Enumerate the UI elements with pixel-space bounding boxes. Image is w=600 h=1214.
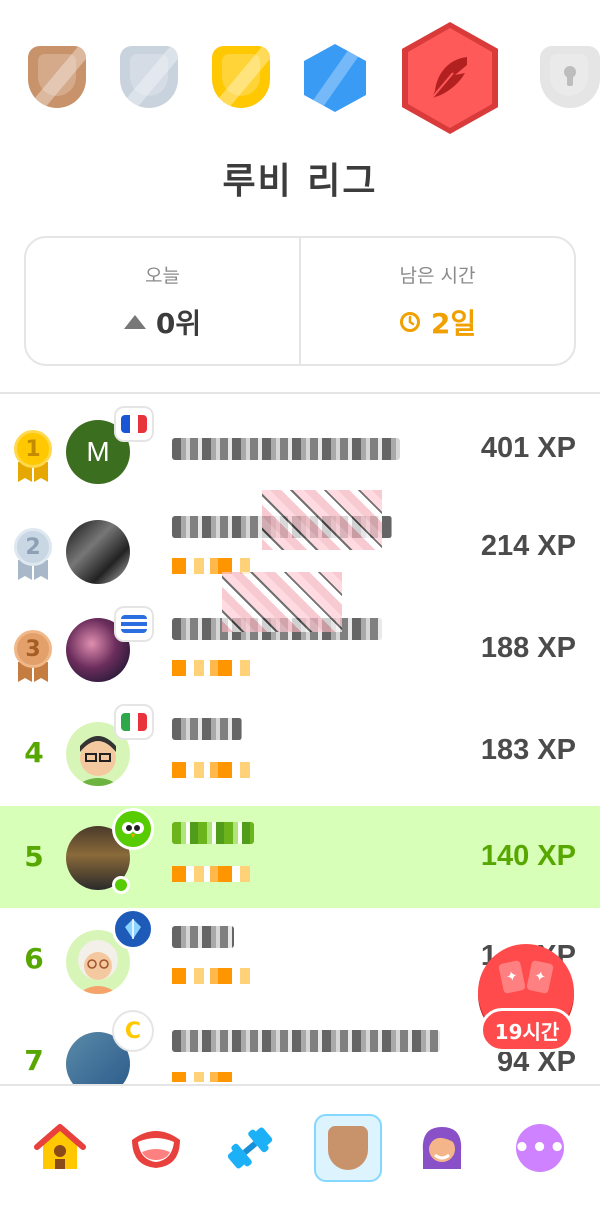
- league-title: 루비 리그: [222, 161, 378, 202]
- sapphire-league-badge: [304, 44, 366, 112]
- rank-number: 1: [14, 430, 52, 468]
- avatar[interactable]: [66, 520, 130, 584]
- blurred-username: [172, 718, 242, 740]
- ruby-league-badge: [402, 22, 498, 134]
- greece-flag-icon: [114, 606, 154, 642]
- profile-avatar-icon: [422, 1127, 462, 1169]
- leaderboard-row-4[interactable]: 4 183 XP: [0, 704, 600, 806]
- leaderboard-row-1[interactable]: 1 M 401 XP: [0, 398, 600, 500]
- online-status-dot: [112, 876, 130, 894]
- xp-value: 183 XP: [480, 734, 576, 766]
- remaining-label: 남은 시간: [399, 264, 476, 287]
- blurred-decoration: [262, 490, 382, 550]
- blurred-username: [172, 1030, 440, 1052]
- rank-number: 6: [24, 942, 44, 975]
- silver-league-badge: [120, 46, 178, 108]
- rank-up-arrow-icon: [123, 314, 146, 329]
- xp-value: 188 XP: [480, 632, 576, 664]
- rank-number: 7: [24, 1044, 44, 1077]
- bronze-league-badge: [28, 46, 86, 108]
- remaining-time-stat: 남은 시간 2일: [299, 238, 574, 364]
- avatar-initial: M: [86, 436, 110, 467]
- blurred-username: [172, 822, 254, 844]
- italy-flag-icon: [114, 704, 154, 740]
- home-icon: [34, 1124, 86, 1169]
- lock-icon: [564, 66, 576, 86]
- blurred-streak: [172, 762, 250, 778]
- blurred-decoration: [222, 572, 342, 632]
- card-icon: ✦: [498, 960, 526, 994]
- locked-league-badge: [540, 46, 600, 108]
- xp-value: 401 XP: [480, 432, 576, 464]
- rank-number: 3: [14, 630, 52, 668]
- bronze-medal-icon: 3: [12, 630, 54, 682]
- today-rank-stat: 오늘 0위: [26, 238, 299, 364]
- league-badges-row: [0, 0, 600, 150]
- france-flag-icon: [114, 406, 154, 442]
- chest-timer-pill[interactable]: 19시간: [480, 1008, 574, 1052]
- leaderboard-row-5-current-user[interactable]: 5 140 XP: [0, 806, 600, 908]
- xp-value: 214 XP: [480, 530, 576, 562]
- today-rank-value: 0위: [155, 306, 202, 340]
- gold-league-badge: [212, 46, 270, 108]
- nav-profile[interactable]: [408, 1114, 476, 1182]
- blurred-streak: [172, 1072, 232, 1082]
- today-rank-value-wrap: 0위: [123, 302, 202, 342]
- league-shield-icon: [328, 1126, 368, 1170]
- feather-icon: [430, 57, 467, 100]
- speak-icon: [132, 1131, 180, 1168]
- nav-more[interactable]: •••: [506, 1114, 574, 1182]
- duo-owl-icon: [112, 808, 154, 850]
- league-stats-card: 오늘 0위 남은 시간 2일: [24, 236, 576, 366]
- rank-number: 4: [24, 736, 44, 769]
- blurred-streak: [172, 968, 250, 984]
- remaining-value-wrap: 2일: [399, 302, 476, 342]
- nav-leaderboard[interactable]: [314, 1114, 382, 1182]
- remaining-time-value: 2일: [430, 306, 477, 340]
- blurred-streak: [172, 660, 250, 676]
- today-label: 오늘: [145, 264, 180, 287]
- gem-icon: [112, 908, 154, 950]
- c-badge-icon: C: [112, 1010, 154, 1052]
- card-icon: ✦: [526, 960, 554, 994]
- blurred-streak: [172, 866, 250, 882]
- blurred-username: [172, 926, 234, 948]
- leaderboard-row-3[interactable]: 3 188 XP: [0, 572, 600, 704]
- nav-speak[interactable]: [122, 1114, 190, 1182]
- more-icon: •••: [514, 1124, 565, 1172]
- practice-dumbbell-icon: [227, 1127, 273, 1169]
- gold-medal-icon: 1: [12, 430, 54, 482]
- silver-medal-icon: 2: [12, 528, 54, 580]
- blurred-username: [172, 438, 400, 460]
- nav-home[interactable]: [26, 1114, 94, 1182]
- bottom-nav: •••: [0, 1084, 600, 1214]
- nav-practice[interactable]: [216, 1114, 284, 1182]
- xp-value: 140 XP: [480, 840, 576, 872]
- rank-number: 2: [14, 528, 52, 566]
- clock-icon: [399, 311, 420, 332]
- rank-number: 5: [24, 840, 44, 873]
